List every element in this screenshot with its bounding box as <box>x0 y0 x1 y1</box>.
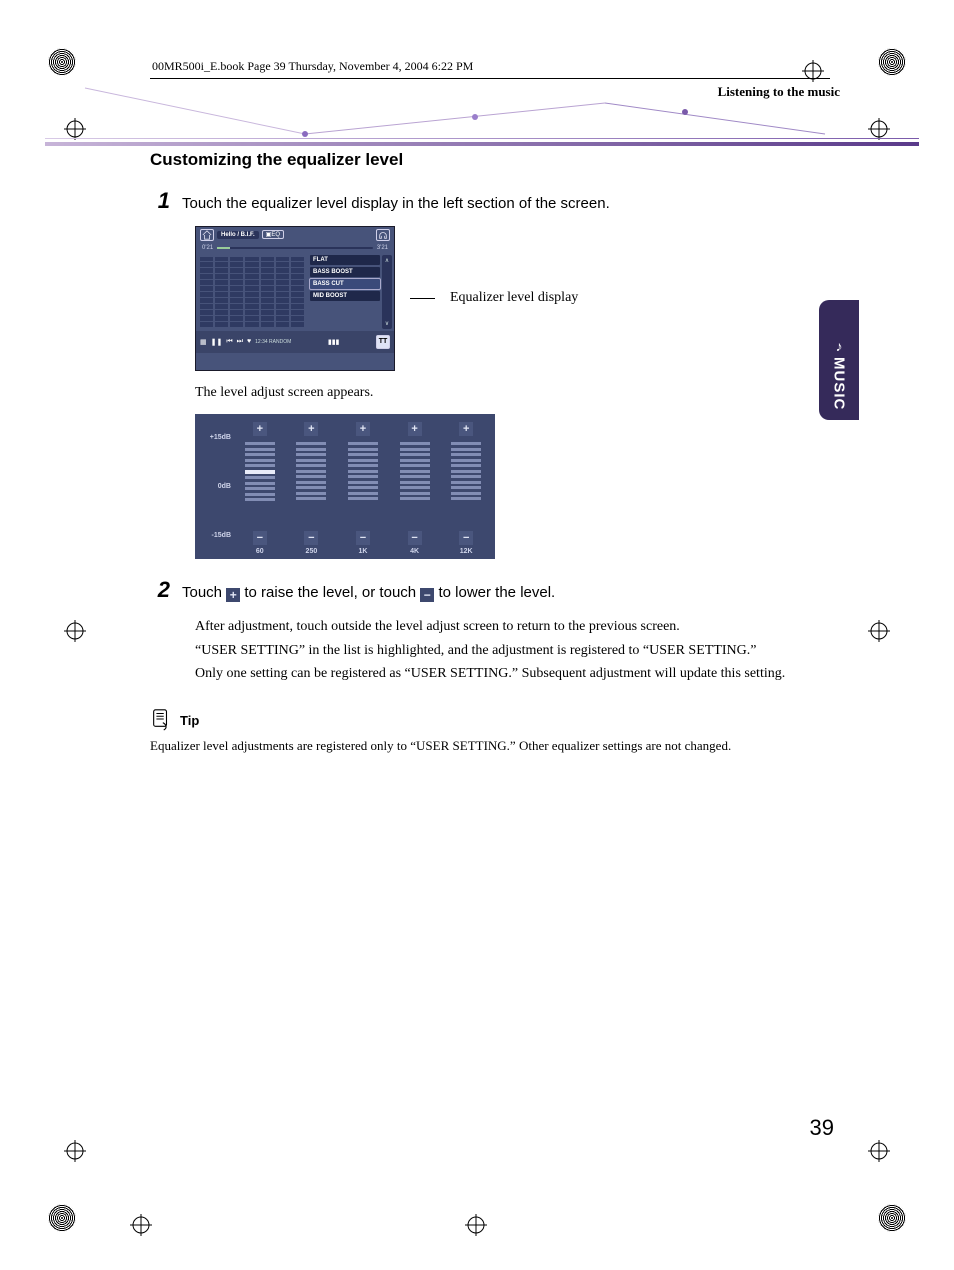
minus-button: − <box>253 531 267 545</box>
reg-mark <box>465 1214 487 1236</box>
eq-preset-selected: BASS CUT <box>310 279 380 289</box>
tip-label: Tip <box>180 713 199 728</box>
band-freq: 4K <box>410 548 419 555</box>
plus-icon: + <box>226 588 240 602</box>
tt-tag: TT <box>376 335 390 349</box>
reg-mark <box>64 620 86 642</box>
band-freq: 12K <box>460 548 473 555</box>
progress-bar <box>217 247 373 249</box>
step-sub: After adjustment, touch outside the leve… <box>195 615 850 639</box>
level-adjust-screenshot: +15dB 0dB -15dB + − 60 + − 250 + − 1K + … <box>195 414 495 559</box>
y-label: -15dB <box>201 532 231 539</box>
step-lead-part: to lower the level. <box>434 584 555 601</box>
eq-band: + − 60 <box>237 422 283 555</box>
home-icon <box>200 229 214 241</box>
reg-circle <box>878 1204 906 1232</box>
reg-mark <box>130 1214 152 1236</box>
minus-button: − <box>408 531 422 545</box>
minus-icon: − <box>420 588 434 602</box>
minus-button: − <box>304 531 318 545</box>
time-total: 3'21 <box>377 245 388 251</box>
breadcrumb: Listening to the music <box>150 84 850 100</box>
spectrum-display <box>196 253 308 331</box>
eq-preset: MID BOOST <box>310 291 380 301</box>
pause-icon: ❚❚ <box>211 338 223 346</box>
headphone-icon <box>376 229 390 241</box>
plus-button: + <box>459 422 473 436</box>
reg-mark <box>868 620 890 642</box>
tip-text: Equalizer level adjustments are register… <box>150 738 850 754</box>
prev-icon: ⏮ <box>226 338 232 346</box>
eq-band: + − 4K <box>392 422 438 555</box>
step-sub: “USER SETTING” in the list is highlighte… <box>195 639 850 663</box>
player-icon: ▦ <box>200 338 207 346</box>
band-freq: 1K <box>359 548 368 555</box>
y-label: 0dB <box>201 483 231 490</box>
step-number: 2 <box>150 577 170 603</box>
reg-mark <box>64 1140 86 1162</box>
track-title: Hello / B.I.F. <box>217 231 259 239</box>
minus-button: − <box>356 531 370 545</box>
plus-button: + <box>253 422 267 436</box>
plus-button: + <box>356 422 370 436</box>
status-text: 12:34 RANDOM <box>255 339 291 345</box>
callout-line <box>410 298 435 299</box>
step: 1 Touch the equalizer level display in t… <box>150 188 850 216</box>
eq-preset: BASS BOOST <box>310 267 380 277</box>
minus-button: − <box>459 531 473 545</box>
scrollbar: ∧∨ <box>382 255 392 329</box>
band-freq: 250 <box>306 548 318 555</box>
reg-mark <box>64 118 86 140</box>
heart-icon: ♥ <box>247 338 251 345</box>
eq-band: + − 250 <box>289 422 335 555</box>
tip-icon <box>150 708 172 732</box>
band-freq: 60 <box>256 548 264 555</box>
vol-icon: ▮▮▮ <box>328 338 340 346</box>
document-path: 00MR500i_E.book Page 39 Thursday, Novemb… <box>150 55 830 79</box>
step-number: 1 <box>150 188 170 214</box>
step-followup: The level adjust screen appears. <box>195 381 850 405</box>
plus-button: + <box>304 422 318 436</box>
eq-band: + − 1K <box>340 422 386 555</box>
eq-preset-list: FLAT BASS BOOST BASS CUT MID BOOST <box>308 253 382 331</box>
plus-button: + <box>408 422 422 436</box>
eq-screenshot: Hello / B.I.F. ▣EQ 0'21 3'21 <box>195 226 395 371</box>
step-sub: Only one setting can be registered as “U… <box>195 662 850 686</box>
reg-mark <box>868 118 890 140</box>
step-lead-part: to raise the level, or touch <box>240 584 420 601</box>
reg-circle <box>48 1204 76 1232</box>
time-elapsed: 0'21 <box>202 245 213 251</box>
section-title: Customizing the equalizer level <box>150 150 850 170</box>
eq-button: ▣EQ <box>262 230 284 239</box>
next-icon: ⏭ <box>237 338 243 346</box>
reg-mark <box>868 1140 890 1162</box>
reg-circle <box>878 48 906 76</box>
step-lead: Touch the equalizer level display in the… <box>182 195 610 212</box>
y-label: +15dB <box>201 434 231 441</box>
reg-circle <box>48 48 76 76</box>
eq-preset: FLAT <box>310 255 380 265</box>
page-number: 39 <box>810 1115 834 1141</box>
eq-band: + − 12K <box>443 422 489 555</box>
step-lead-part: Touch <box>182 584 226 601</box>
callout-label: Equalizer level display <box>450 290 578 306</box>
step: 2 Touch + to raise the level, or touch −… <box>150 577 850 605</box>
